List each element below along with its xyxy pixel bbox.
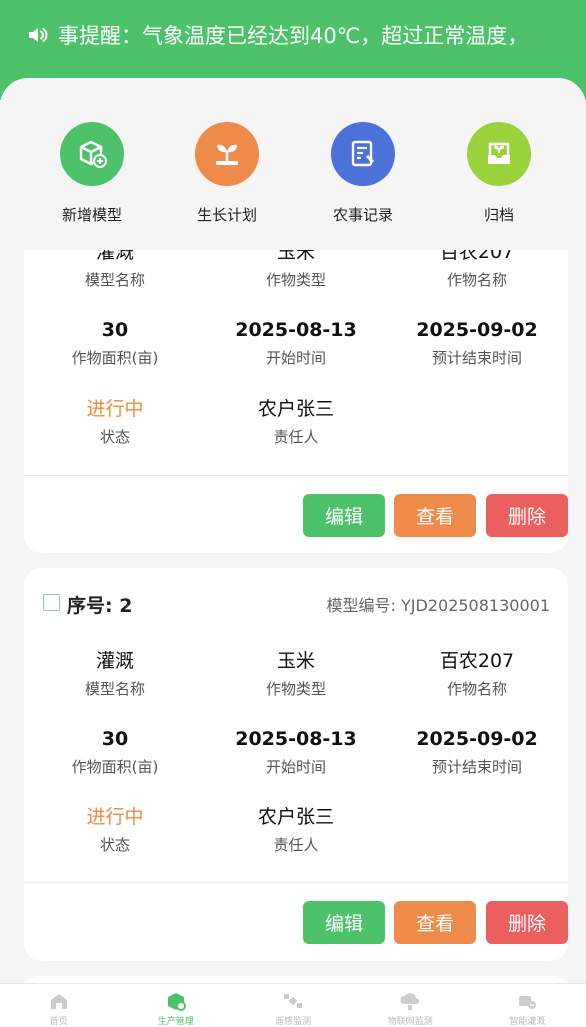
owner-label: 责任人 [273,428,319,446]
area-value: 30 [101,728,129,750]
end-time-value: 2025-09-02 [416,728,538,750]
nav-irrigation[interactable]: 智能灌溉 [469,984,586,1027]
card-row: 30 作物面积(亩) 2025-08-13 开始时间 2025-09-02 预计结束时… [24,317,568,377]
start-time-label: 开始时间 [265,758,326,776]
quick-farm-record[interactable]: 农事记录 [303,122,423,225]
owner-label: 责任人 [273,836,319,854]
quick-label: 归档 [483,206,514,224]
satellite-icon [284,994,302,1008]
notice-text: 事提醒：气象温度已经达到40℃，超过正常温度， [58,24,529,48]
crop-name-label: 作物名称 [446,271,507,289]
crop-type-label: 作物类型 [265,271,326,289]
record-card: 灌溉 模型名称 玉米 作物类型 百农207 作物名称 30 作物面积(亩) 2025-0… [24,218,568,553]
nav-production[interactable]: 生产管理 [117,984,234,1027]
delete-button[interactable]: 删除 [486,901,568,944]
nav-label: 智能灌溉 [509,1017,546,1027]
card-row: 进行中状态 农户张三责任人 [24,804,568,864]
owner-value: 农户张三 [257,806,334,828]
edit-button[interactable]: 编辑 [303,494,385,537]
quick-add-model[interactable]: 新增模型 [32,122,152,225]
sequence-number: 序号: 2 [67,595,133,617]
card-row: 进行中状态 农户张三责任人 [24,396,568,456]
area-label: 作物面积(亩) [71,349,159,367]
status-value: 进行中 [86,398,144,420]
quick-label: 新增模型 [61,206,122,224]
notice-bar[interactable]: 事提醒：气象温度已经达到40℃，超过正常温度， [26,18,586,52]
end-time-label: 预计结束时间 [431,758,522,776]
delete-button[interactable]: 删除 [486,494,568,537]
card-row: 灌溉模型名称 玉米作物类型 百农207 作物名称 [24,648,568,708]
model-name-label: 模型名称 [84,680,145,698]
status-label: 状态 [99,836,130,854]
end-time-value: 2025-09-02 [416,319,538,341]
cube-plus-icon [60,122,124,186]
model-name-label: 模型名称 [84,271,145,289]
divider [24,882,568,883]
bottom-nav: 首页 生产管理 遥感监测 物联网监测 智能灌溉 [0,983,586,1027]
crop-type-value: 玉米 [276,650,315,672]
view-button[interactable]: 查看 [394,494,476,537]
record-icon [331,122,395,186]
crop-name-value: 百农207 [439,650,515,672]
model-code: 模型编号: YJD202508130001 [326,596,550,615]
view-button[interactable]: 查看 [394,901,476,944]
speaker-icon [29,28,48,42]
select-checkbox[interactable] [43,594,60,611]
irrigation-icon [519,996,537,1009]
quick-growth-plan[interactable]: 生长计划 [167,122,287,225]
owner-value: 农户张三 [257,398,334,420]
quick-label: 生长计划 [196,206,257,224]
status-label: 状态 [99,428,130,446]
iot-icon [400,993,420,1010]
nav-label: 遥感监测 [275,1017,312,1027]
end-time-label: 预计结束时间 [431,349,522,367]
nav-iot[interactable]: 物联网监测 [352,984,469,1027]
nav-label: 首页 [49,1017,68,1027]
nav-label: 生产管理 [157,1017,194,1027]
content-sheet[interactable]: 新增模型 生长计划 农事记录 归档 灌溉 模型名称 玉米 作物类型 百农207 … [0,78,586,983]
sprout-icon [195,122,259,186]
nav-label: 物联网监测 [387,1017,433,1027]
crop-type-label: 作物类型 [265,680,326,698]
edit-button[interactable]: 编辑 [303,901,385,944]
start-time-value: 2025-08-13 [235,319,357,341]
start-time-label: 开始时间 [265,349,326,367]
divider [24,475,568,476]
nav-home[interactable]: 首页 [0,984,117,1027]
card-row: 30 作物面积(亩) 2025-08-13 开始时间 2025-09-02 预计结束时… [24,726,568,786]
record-card: 序号: 2 模型编号: YJD202508130001 灌溉模型名称 玉米作物类… [24,568,568,961]
area-label: 作物面积(亩) [71,758,159,776]
quick-archive[interactable]: 归档 [439,122,559,225]
crop-name-label: 作物名称 [446,680,507,698]
quick-label: 农事记录 [332,206,393,224]
model-name-value: 灌溉 [95,650,134,672]
home-icon [50,994,67,1009]
area-value: 30 [101,319,129,341]
archive-icon [467,122,531,186]
nav-remote-sensing[interactable]: 遥感监测 [234,984,351,1027]
status-value: 进行中 [86,806,144,828]
quick-actions: 新增模型 生长计划 农事记录 归档 [0,78,586,250]
record-card [24,976,568,983]
production-icon [167,993,186,1011]
start-time-value: 2025-08-13 [235,728,357,750]
